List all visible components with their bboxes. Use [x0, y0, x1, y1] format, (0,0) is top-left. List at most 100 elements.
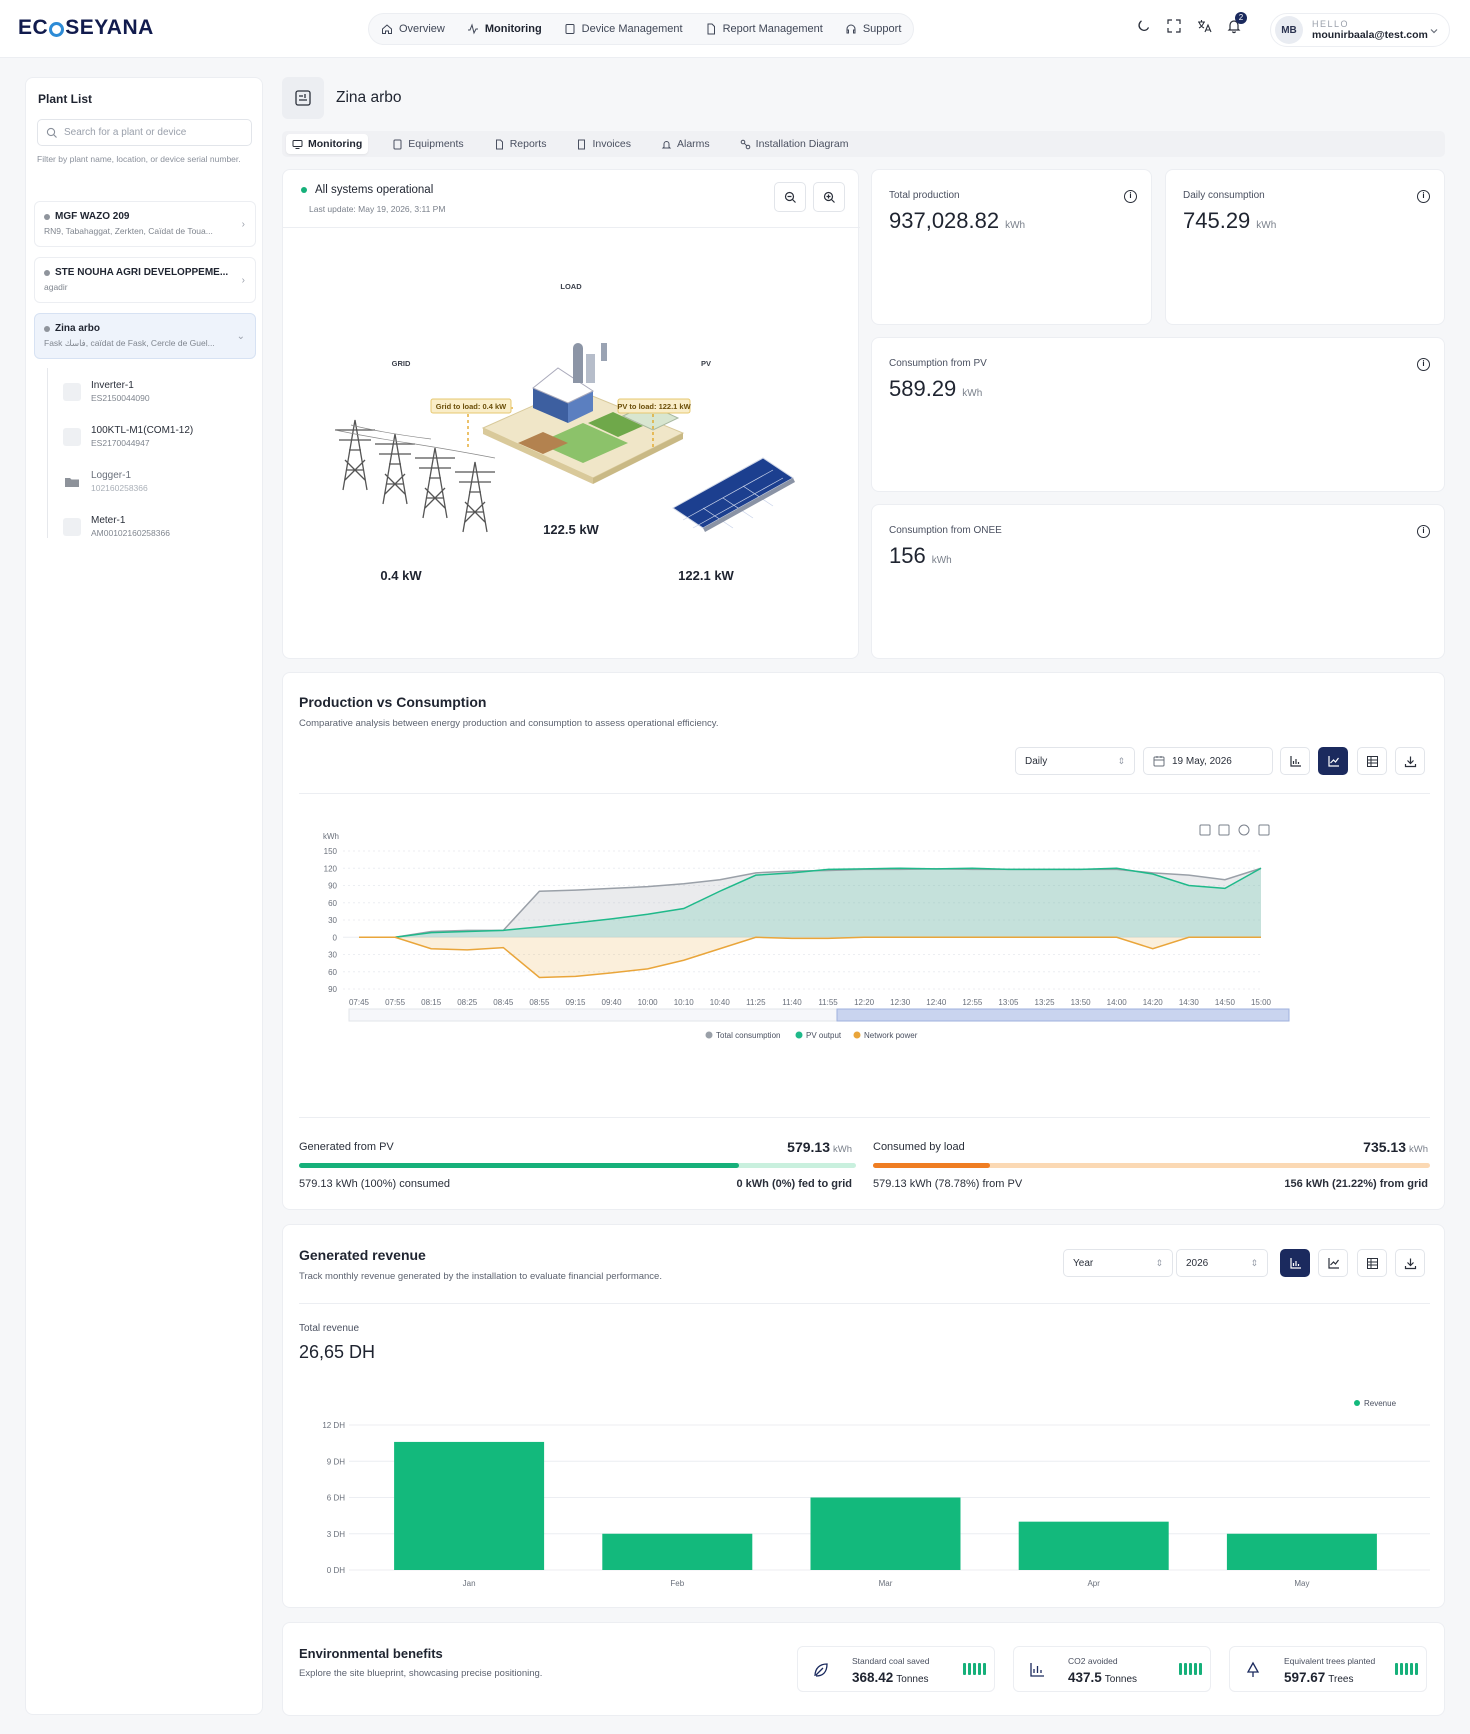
info-icon[interactable]: i	[1417, 190, 1430, 203]
tab-equipments[interactable]: Equipments	[386, 134, 469, 154]
bar-mar	[810, 1497, 961, 1570]
bar-chart-button[interactable]	[1280, 1249, 1310, 1277]
info-icon[interactable]: i	[1124, 190, 1137, 203]
period-select[interactable]: Daily ⇕	[1015, 747, 1135, 775]
revenue-bar-chart: 12 DH 9 DH 6 DH 3 DH 0 DH Jan Feb Mar Apr May Reve…	[322, 1399, 1430, 1588]
y-tick-label: 9 DH	[327, 1457, 345, 1466]
device-item-100ktl[interactable]: 100KTL-M1(COM1-12) ES2170044947	[63, 425, 193, 448]
plant-search-input[interactable]: Search for a plant or device	[37, 119, 252, 146]
x-tick-label: 14:30	[1179, 998, 1200, 1007]
search-placeholder: Search for a plant or device	[64, 127, 187, 138]
translate-icon[interactable]	[1196, 18, 1212, 34]
stat-consumption-from-pv: Consumption from PV 589.29 kWh i	[871, 337, 1445, 492]
search-help-text: Filter by plant name, location, or devic…	[37, 154, 241, 164]
section-subtitle: Explore the site blueprint, showcasing p…	[299, 1668, 543, 1679]
tab-invoices[interactable]: Invoices	[570, 134, 637, 154]
plant-item-ste-nouha[interactable]: STE NOUHA AGRI DEVELOPPEME... agadir ›	[34, 257, 256, 303]
bell-button[interactable]: 2	[1226, 12, 1247, 34]
brand-logo[interactable]: EC SEYANA	[18, 16, 154, 40]
x-tick-label: 13:05	[998, 998, 1019, 1007]
x-tick-label: 14:50	[1215, 998, 1236, 1007]
env-co2-avoided: CO2 avoided 437.5 Tonnes	[1013, 1646, 1211, 1692]
y-tick-label: 0 DH	[327, 1566, 345, 1575]
x-tick-label: 07:45	[349, 998, 370, 1007]
folder-icon	[63, 473, 81, 491]
plant-tabs: Monitoring Equipments Reports Invoices A…	[282, 131, 1445, 157]
fullscreen-icon[interactable]	[1166, 18, 1182, 34]
zoom-in-button[interactable]	[813, 182, 845, 212]
stat-total-production: Total production 937,028.82 kWh i	[871, 169, 1152, 325]
x-tick-label: 09:40	[602, 998, 623, 1007]
download-button[interactable]	[1395, 1249, 1425, 1277]
page-title: Zina arbo	[336, 89, 402, 106]
zoom-out-button[interactable]	[774, 182, 806, 212]
production-consumption-chart: kWh 150 120 90 60 30 0 30 60 90 07:45 07:55 08:15 08:…	[323, 824, 1290, 1040]
legend-label: PV output	[806, 1031, 842, 1040]
nav-report-management[interactable]: Report Management	[705, 23, 823, 35]
x-tick-label: 13:25	[1035, 998, 1056, 1007]
legend-marker	[705, 1031, 713, 1039]
table-view-button[interactable]	[1357, 747, 1387, 775]
x-tick-label: 07:55	[385, 998, 406, 1007]
table-view-button[interactable]	[1357, 1249, 1387, 1277]
indicator-bars	[963, 1663, 986, 1675]
table-icon	[1366, 755, 1378, 767]
line-chart-button[interactable]	[1318, 1249, 1348, 1277]
bar-chart-button[interactable]	[1280, 747, 1310, 775]
legend-label: Total consumption	[716, 1031, 780, 1040]
revenue-year-select[interactable]: 2026 ⇕	[1176, 1249, 1268, 1277]
inverter-icon	[63, 383, 81, 401]
date-picker[interactable]: 19 May, 2026	[1143, 747, 1273, 775]
plant-item-mgf-wazo[interactable]: MGF WAZO 209 RN9, Tabahaggat, Zerkten, C…	[34, 201, 256, 247]
device-item-logger[interactable]: Logger-1 102160258366	[63, 470, 148, 493]
x-tick-label: 08:45	[493, 998, 514, 1007]
plant-location: agadir	[44, 282, 68, 292]
table-icon	[1366, 1257, 1378, 1269]
consumed-from-grid: 156 kWh (21.22%) from grid	[1284, 1178, 1428, 1190]
legend-marker	[1354, 1400, 1360, 1406]
nav-support[interactable]: Support	[845, 23, 901, 35]
revenue-period-select[interactable]: Year ⇕	[1063, 1249, 1173, 1277]
bar-apr	[1018, 1521, 1169, 1570]
device-item-meter[interactable]: Meter-1 AM00102160258366	[63, 515, 170, 538]
plant-item-zina-arbo[interactable]: Zina arbo Fask فاسك, caïdat de Fask, Cer…	[34, 313, 256, 359]
moon-icon[interactable]	[1136, 18, 1152, 34]
device-tree-line	[47, 368, 48, 538]
generated-revenue-card: Generated revenue Track monthly revenue …	[282, 1224, 1445, 1608]
generated-progress-fill	[299, 1163, 740, 1168]
plant-name: Zina arbo	[44, 323, 255, 334]
device-item-inverter[interactable]: Inverter-1 ES2150044090	[63, 380, 150, 403]
nav-device-management[interactable]: Device Management	[564, 23, 683, 35]
topbar-actions: 2	[1136, 12, 1247, 34]
nav-monitoring[interactable]: Monitoring	[467, 23, 542, 35]
user-menu[interactable]: MB HELLO mounirbaala@test.com	[1270, 13, 1450, 47]
bar-jan	[394, 1441, 545, 1570]
x-tick-label: 10:40	[710, 998, 731, 1007]
tab-monitoring[interactable]: Monitoring	[286, 134, 369, 154]
y-tick-label: 6 DH	[327, 1494, 345, 1503]
tab-installation-diagram[interactable]: Installation Diagram	[734, 134, 855, 154]
download-button[interactable]	[1395, 747, 1425, 775]
info-icon[interactable]: i	[1417, 358, 1430, 371]
zoom-slider-window	[836, 1008, 1290, 1022]
file-icon	[707, 23, 715, 35]
production-vs-consumption-card: Production vs Consumption Comparative an…	[282, 672, 1445, 1210]
energy-flow-diagram: Grid to load: 0.4 kW PV to load: 122.1 k…	[334, 282, 795, 583]
section-subtitle: Comparative analysis between energy prod…	[299, 718, 719, 729]
y-tick-label: 90	[328, 882, 337, 891]
bar-feb	[602, 1533, 753, 1570]
y-tick-label: 0	[333, 933, 338, 942]
tab-alarms[interactable]: Alarms	[655, 134, 716, 154]
inverter-icon	[63, 428, 81, 446]
nav-overview[interactable]: Overview	[381, 23, 445, 35]
top-navigation-bar: EC SEYANA Overview Monitoring Device Mana…	[0, 0, 1470, 58]
generated-value: 579.13 kWh	[787, 1139, 852, 1155]
info-icon[interactable]: i	[1417, 525, 1430, 538]
generated-label: Generated from PV	[299, 1141, 394, 1153]
generated-fed-to-grid: 0 kWh (0%) fed to grid	[736, 1178, 853, 1190]
line-chart-button[interactable]	[1318, 747, 1348, 775]
tab-reports[interactable]: Reports	[488, 134, 553, 154]
stat-value: 589.29 kWh	[889, 376, 983, 401]
download-icon	[1404, 1258, 1416, 1269]
y-tick-label: 30	[328, 951, 337, 960]
